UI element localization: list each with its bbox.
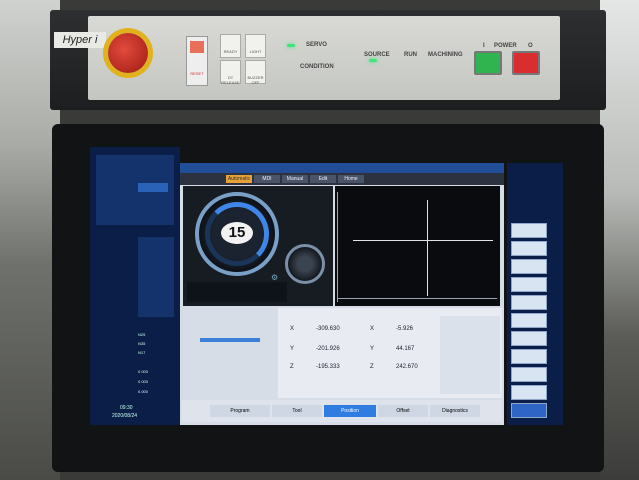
- panel-button-grid: READY LIGHT BUZZER OFF DT RELEASE: [220, 34, 268, 86]
- condition-label: CONDITION: [300, 64, 334, 70]
- x-axis-label: X: [290, 326, 295, 332]
- source-label: SOURCE: [364, 52, 390, 58]
- left-value-6: 0.000: [138, 389, 149, 394]
- graph-crosshair-h: [353, 240, 493, 241]
- servo-led: [287, 44, 295, 47]
- tab-manual[interactable]: Manual: [282, 175, 308, 183]
- tab-automatic[interactable]: Automatic: [226, 175, 252, 183]
- emergency-stop-button[interactable]: [108, 33, 148, 73]
- power-on-label: I: [483, 43, 485, 49]
- side-button-2[interactable]: [511, 241, 547, 256]
- left-info-panel: N25 N35 N17 0.000 0.000 0.000 09:30 2020…: [90, 147, 180, 425]
- z-work-value: 242.670: [396, 364, 418, 370]
- tab-tool[interactable]: Tool: [272, 405, 322, 417]
- gear-icon[interactable]: ⚙: [271, 274, 279, 282]
- graph-y-axis: [337, 192, 338, 302]
- tab-position[interactable]: Position: [324, 405, 376, 417]
- reset-button[interactable]: RESET: [186, 36, 208, 86]
- left-value-1: N25: [138, 332, 146, 337]
- tool-path-graph: [335, 186, 500, 306]
- left-value-2: N35: [138, 341, 146, 346]
- side-button-7[interactable]: [511, 331, 547, 346]
- side-button-1[interactable]: [511, 223, 547, 238]
- screen-tab-bar: Program Tool Position Offset Diagnostics: [182, 400, 502, 422]
- tab-edit[interactable]: Edit: [310, 175, 336, 183]
- light-button[interactable]: LIGHT: [245, 34, 266, 58]
- z-machine-value: -195.333: [316, 364, 340, 370]
- feed-gauge: [285, 244, 325, 284]
- power-off-label: O: [528, 43, 533, 49]
- graph-crosshair-v: [427, 200, 428, 296]
- position-panel: X -309.630 Y -201.926 Z -195.333 X -5.92…: [182, 308, 502, 398]
- gauge-readout: [187, 282, 287, 302]
- macro-panel: [440, 316, 500, 394]
- override-panel: [182, 308, 278, 398]
- x-work-label: X: [370, 326, 375, 332]
- y-work-label: Y: [370, 346, 375, 352]
- tab-program[interactable]: Program: [210, 405, 270, 417]
- x-work-value: -5.926: [396, 326, 414, 332]
- side-button-11[interactable]: [511, 403, 547, 418]
- left-table: [138, 237, 174, 317]
- power-off-button[interactable]: [512, 51, 540, 75]
- speed-value: 15: [221, 222, 253, 244]
- ready-button[interactable]: READY: [220, 34, 241, 58]
- clock-time: 09:30: [120, 405, 133, 411]
- power-label: POWER: [494, 43, 517, 49]
- side-button-6[interactable]: [511, 313, 547, 328]
- screen-header: [180, 163, 504, 173]
- buzzer-off-button[interactable]: BUZZER OFF: [245, 60, 266, 85]
- source-led: [369, 59, 377, 62]
- tab-diagnostics[interactable]: Diagnostics: [430, 405, 480, 417]
- brand-logo: Hyper i: [54, 32, 106, 48]
- tab-offset[interactable]: Offset: [378, 405, 428, 417]
- power-on-button[interactable]: [474, 51, 502, 75]
- clock-date: 2020/08/24: [112, 413, 138, 419]
- tab-home[interactable]: Home: [338, 175, 364, 183]
- side-button-10[interactable]: [511, 385, 547, 400]
- right-button-panel: [507, 163, 563, 425]
- run-label: RUN: [404, 52, 417, 58]
- reset-lamp-icon: [190, 41, 204, 53]
- dt-release-button[interactable]: DT RELEASE: [220, 60, 241, 85]
- side-button-5[interactable]: [511, 295, 547, 310]
- reset-label: RESET: [190, 71, 204, 76]
- servo-label: SERVO: [306, 42, 327, 48]
- machining-label: MACHINING: [428, 52, 463, 58]
- graph-x-axis: [337, 298, 497, 299]
- mode-tab-bar: Automatic MDI Manual Edit Home: [180, 173, 504, 185]
- left-value-3: N17: [138, 350, 146, 355]
- override-slider[interactable]: [200, 338, 260, 342]
- left-value-5: 0.000: [138, 379, 149, 384]
- z-work-label: Z: [370, 364, 374, 370]
- side-button-3[interactable]: [511, 259, 547, 274]
- y-axis-label: Y: [290, 346, 295, 352]
- side-button-8[interactable]: [511, 349, 547, 364]
- side-button-9[interactable]: [511, 367, 547, 382]
- tab-mdi[interactable]: MDI: [254, 175, 280, 183]
- y-work-value: 44.167: [396, 346, 415, 352]
- y-machine-value: -201.926: [316, 346, 340, 352]
- left-value-4: 0.000: [138, 369, 149, 374]
- left-highlight-box: [138, 183, 168, 192]
- z-axis-label: Z: [290, 364, 294, 370]
- side-button-4[interactable]: [511, 277, 547, 292]
- gauge-area: 15 ⚙: [183, 186, 333, 306]
- x-machine-value: -309.630: [316, 326, 340, 332]
